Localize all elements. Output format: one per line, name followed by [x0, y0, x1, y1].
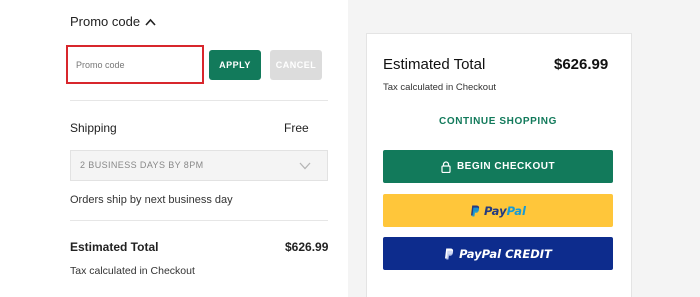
shipping-note: Orders ship by next business day [70, 194, 233, 206]
lock-icon [441, 160, 451, 173]
cart-options-panel: Promo code APPLY CANCEL Shipping Free 2 … [0, 0, 348, 297]
paypal-logo-icon [470, 205, 480, 216]
chevron-up-icon [145, 18, 156, 26]
paypal-label-pay: Pay [483, 203, 507, 218]
cancel-button[interactable]: CANCEL [270, 50, 322, 80]
promo-code-input[interactable] [76, 55, 194, 75]
estimated-total-value: $626.99 [285, 240, 329, 254]
shipping-cost: Free [284, 121, 309, 135]
promo-code-toggle[interactable]: Promo code [70, 14, 156, 29]
paypal-credit-label: PayPal CREDIT [459, 246, 552, 261]
paypal-label-pal: Pal [506, 203, 526, 218]
divider [70, 220, 328, 221]
continue-shopping-link[interactable]: CONTINUE SHOPPING [383, 116, 613, 127]
summary-estimated-total-value: $626.99 [554, 56, 609, 73]
begin-checkout-label: BEGIN CHECKOUT [456, 161, 556, 172]
estimated-total-label: Estimated Total [70, 240, 159, 254]
divider [70, 100, 328, 101]
summary-estimated-total-label: Estimated Total [383, 56, 486, 73]
paypal-button[interactable]: PayPal [383, 194, 613, 227]
tax-note: Tax calculated in Checkout [70, 265, 195, 277]
promo-code-field [66, 45, 204, 84]
begin-checkout-button[interactable]: BEGIN CHECKOUT [383, 150, 613, 183]
paypal-logo-icon [445, 248, 454, 259]
chevron-down-icon [299, 162, 311, 170]
summary-tax-note: Tax calculated in Checkout [383, 82, 497, 93]
shipping-label: Shipping [70, 121, 117, 135]
promo-code-heading: Promo code [70, 14, 141, 29]
paypal-credit-button[interactable]: PayPal CREDIT [383, 237, 613, 270]
apply-button[interactable]: APPLY [209, 50, 261, 80]
shipping-method-value: 2 BUSINESS DAYS BY 8PM [80, 160, 204, 170]
shipping-method-select[interactable]: 2 BUSINESS DAYS BY 8PM [70, 150, 328, 181]
